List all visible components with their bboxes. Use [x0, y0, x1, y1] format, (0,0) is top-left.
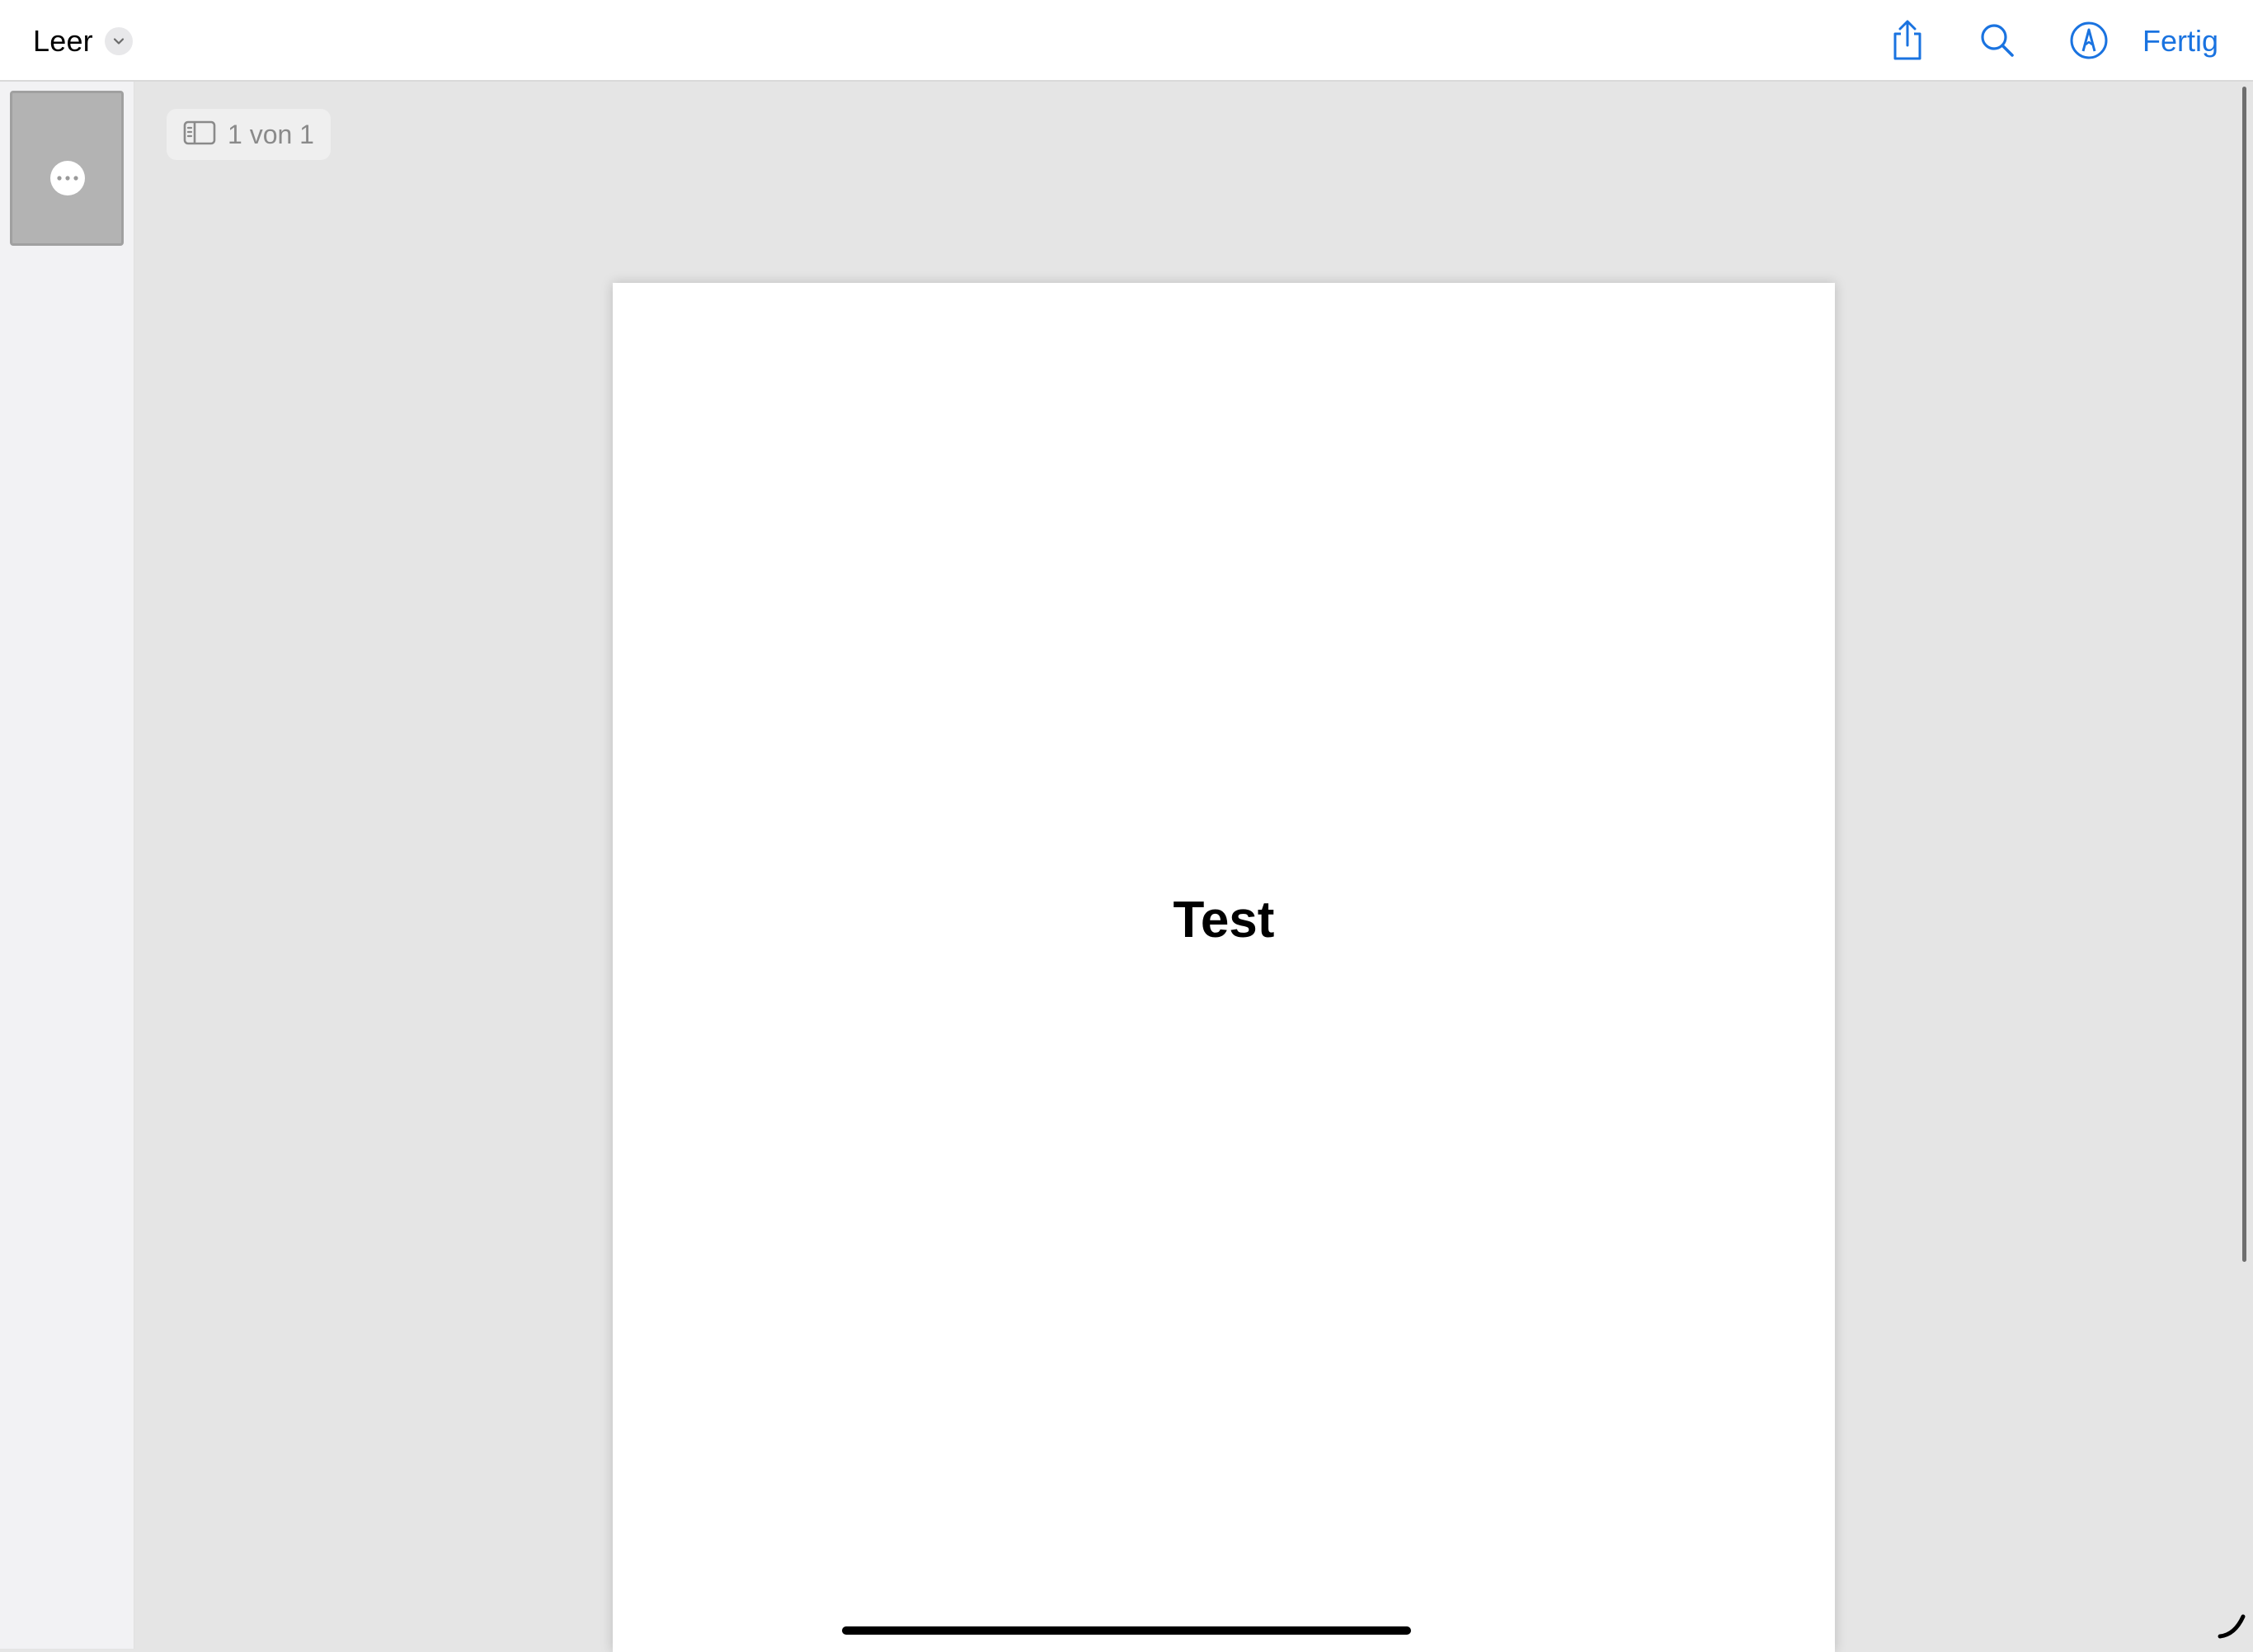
search-icon[interactable] — [1973, 16, 2021, 64]
resize-handle-icon[interactable] — [2217, 1610, 2246, 1640]
top-toolbar: Leer Fertig — [0, 0, 2253, 82]
markup-pen-icon[interactable] — [2065, 16, 2113, 64]
home-indicator[interactable] — [842, 1626, 1411, 1635]
vertical-scrollbar[interactable] — [2242, 87, 2246, 1262]
page-indicator[interactable]: 1 von 1 — [167, 109, 331, 160]
page-count-label: 1 von 1 — [228, 119, 314, 149]
page-thumbnail[interactable] — [10, 91, 124, 246]
share-icon[interactable] — [1884, 16, 1931, 64]
sidebar-icon — [183, 120, 216, 149]
document-page[interactable]: Test — [613, 283, 1835, 1652]
document-title: Leer — [33, 24, 93, 58]
document-title-menu[interactable]: Leer — [33, 20, 133, 63]
thumbnail-sidebar — [0, 82, 134, 1649]
done-button[interactable]: Fertig — [2142, 21, 2218, 61]
chevron-down-icon[interactable] — [104, 27, 133, 55]
document-text: Test — [1173, 892, 1275, 948]
ellipsis-icon[interactable] — [50, 161, 85, 195]
